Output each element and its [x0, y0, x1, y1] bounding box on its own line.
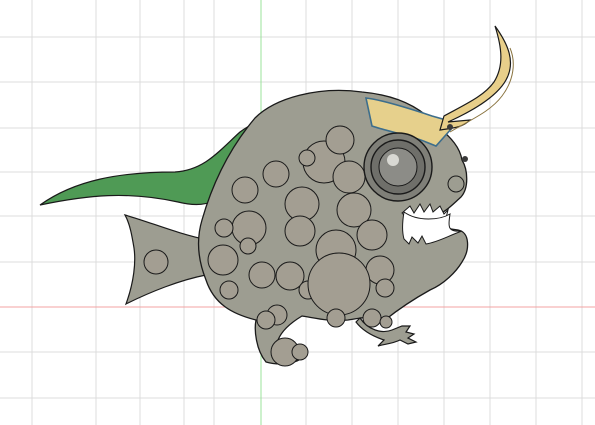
body-spot: [326, 308, 346, 328]
body-spot: [219, 280, 239, 300]
body-spot: [379, 315, 393, 329]
body-spot: [231, 176, 259, 204]
body-spot: [325, 125, 355, 155]
body-spot: [284, 215, 316, 247]
body-spot: [332, 160, 366, 194]
body-spot: [291, 343, 309, 361]
body-spot: [248, 261, 276, 289]
horn[interactable]: [439, 25, 511, 131]
body-spot: [207, 244, 239, 276]
3d-scene-canvas[interactable]: [0, 0, 595, 425]
helmet-joint-marker[interactable]: [462, 156, 468, 162]
body-spot: [307, 252, 371, 316]
eye[interactable]: [363, 132, 433, 202]
eye-shine: [387, 154, 399, 166]
fish-monster-model[interactable]: [39, 25, 514, 367]
body-spot: [362, 308, 382, 328]
body-spot: [375, 278, 395, 298]
body-spot: [298, 149, 316, 167]
body-spot: [214, 218, 234, 238]
body-spot: [256, 310, 276, 330]
body-spot: [262, 160, 290, 188]
body-spot: [239, 237, 257, 255]
body-spot: [143, 249, 169, 275]
design-viewport[interactable]: [0, 0, 595, 425]
body-spot: [356, 219, 388, 251]
nose-bump: [447, 175, 465, 193]
helmet-joint-marker[interactable]: [447, 124, 453, 130]
eyeball: [378, 147, 418, 187]
